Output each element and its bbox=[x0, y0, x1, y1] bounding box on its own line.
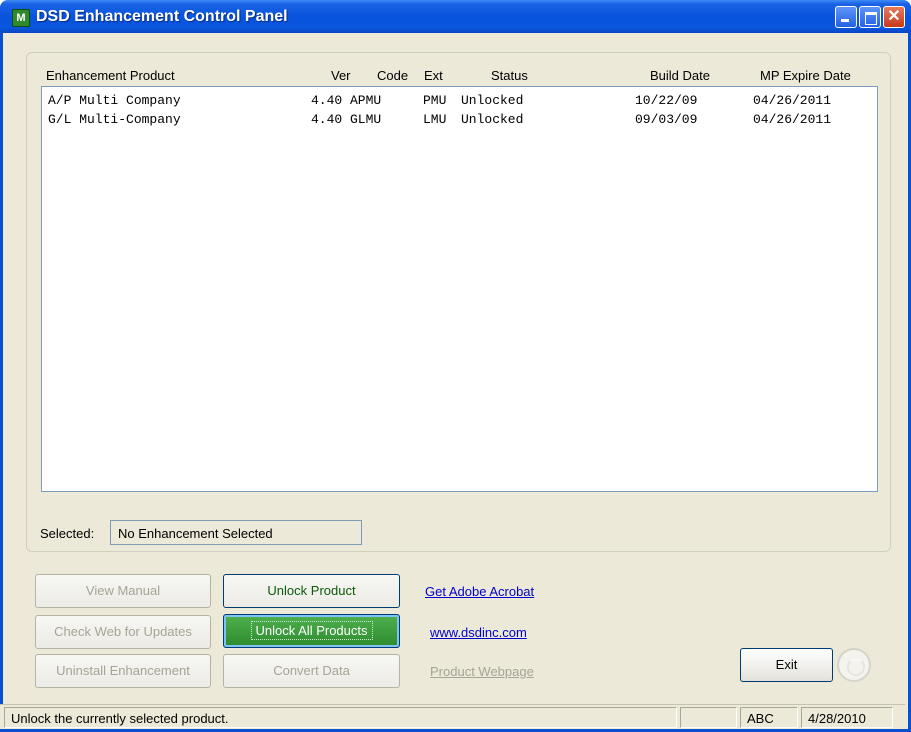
status-message: Unlock the currently selected product. bbox=[4, 707, 677, 728]
status-cell: Unlocked bbox=[461, 112, 524, 127]
check-web-updates-button[interactable]: Check Web for Updates bbox=[35, 615, 211, 649]
column-header-mp-expire-date[interactable]: MP Expire Date bbox=[760, 68, 851, 83]
window-title: DSD Enhancement Control Panel bbox=[36, 8, 288, 25]
app-logo-icon: M bbox=[12, 9, 30, 27]
mp-expire-cell: 04/26/2011 bbox=[753, 93, 832, 108]
selected-label: Selected: bbox=[40, 526, 95, 541]
version-cell: 4.40 bbox=[311, 93, 343, 108]
exit-button[interactable]: Exit bbox=[740, 648, 833, 682]
busy-spinner-icon bbox=[837, 648, 871, 682]
uninstall-enhancement-button[interactable]: Uninstall Enhancement bbox=[35, 654, 211, 688]
list-item[interactable]: A/P Multi Company 4.40 APMU PMU Unlocked… bbox=[42, 93, 877, 110]
close-icon: ✕ bbox=[887, 8, 901, 25]
column-header-ver[interactable]: Ver bbox=[331, 68, 351, 83]
minimize-button[interactable] bbox=[835, 6, 857, 28]
status-date: 4/28/2010 bbox=[801, 707, 893, 728]
column-header-ext[interactable]: Ext bbox=[424, 68, 443, 83]
product-webpage-link[interactable]: Product Webpage bbox=[430, 664, 534, 679]
unlock-product-button[interactable]: Unlock Product bbox=[223, 574, 400, 608]
build-date-cell: 10/22/09 bbox=[635, 93, 698, 108]
column-header-status[interactable]: Status bbox=[491, 68, 528, 83]
code-cell: APMU bbox=[350, 93, 382, 108]
column-header-code[interactable]: Code bbox=[377, 68, 408, 83]
close-button[interactable]: ✕ bbox=[883, 6, 905, 28]
view-manual-button[interactable]: View Manual bbox=[35, 574, 211, 608]
selected-enhancement-field: No Enhancement Selected bbox=[110, 520, 362, 545]
dsdinc-website-link[interactable]: www.dsdinc.com bbox=[430, 625, 527, 640]
unlock-all-products-label: Unlock All Products bbox=[250, 621, 373, 640]
caps-lock-indicator: ABC bbox=[740, 707, 798, 728]
ext-cell: LMU bbox=[423, 112, 447, 127]
ext-cell: PMU bbox=[423, 93, 447, 108]
enhancement-list[interactable]: A/P Multi Company 4.40 APMU PMU Unlocked… bbox=[41, 86, 878, 492]
get-adobe-acrobat-link[interactable]: Get Adobe Acrobat bbox=[425, 584, 534, 599]
mp-expire-cell: 04/26/2011 bbox=[753, 112, 832, 127]
status-cell: Unlocked bbox=[461, 93, 524, 108]
column-header-product[interactable]: Enhancement Product bbox=[46, 68, 175, 83]
convert-data-button[interactable]: Convert Data bbox=[223, 654, 400, 688]
version-cell: 4.40 bbox=[311, 112, 343, 127]
status-panel-empty bbox=[680, 707, 737, 728]
product-cell: G/L Multi-Company bbox=[48, 112, 181, 127]
build-date-cell: 09/03/09 bbox=[635, 112, 698, 127]
column-header-build-date[interactable]: Build Date bbox=[650, 68, 710, 83]
maximize-button[interactable] bbox=[859, 6, 881, 28]
product-cell: A/P Multi Company bbox=[48, 93, 181, 108]
code-cell: GLMU bbox=[350, 112, 382, 127]
list-item[interactable]: G/L Multi-Company 4.40 GLMU LMU Unlocked… bbox=[42, 112, 877, 129]
unlock-all-products-button[interactable]: Unlock All Products bbox=[223, 614, 400, 648]
status-bar: Unlock the currently selected product. A… bbox=[0, 704, 905, 729]
title-bar[interactable]: M DSD Enhancement Control Panel ✕ bbox=[0, 0, 911, 33]
